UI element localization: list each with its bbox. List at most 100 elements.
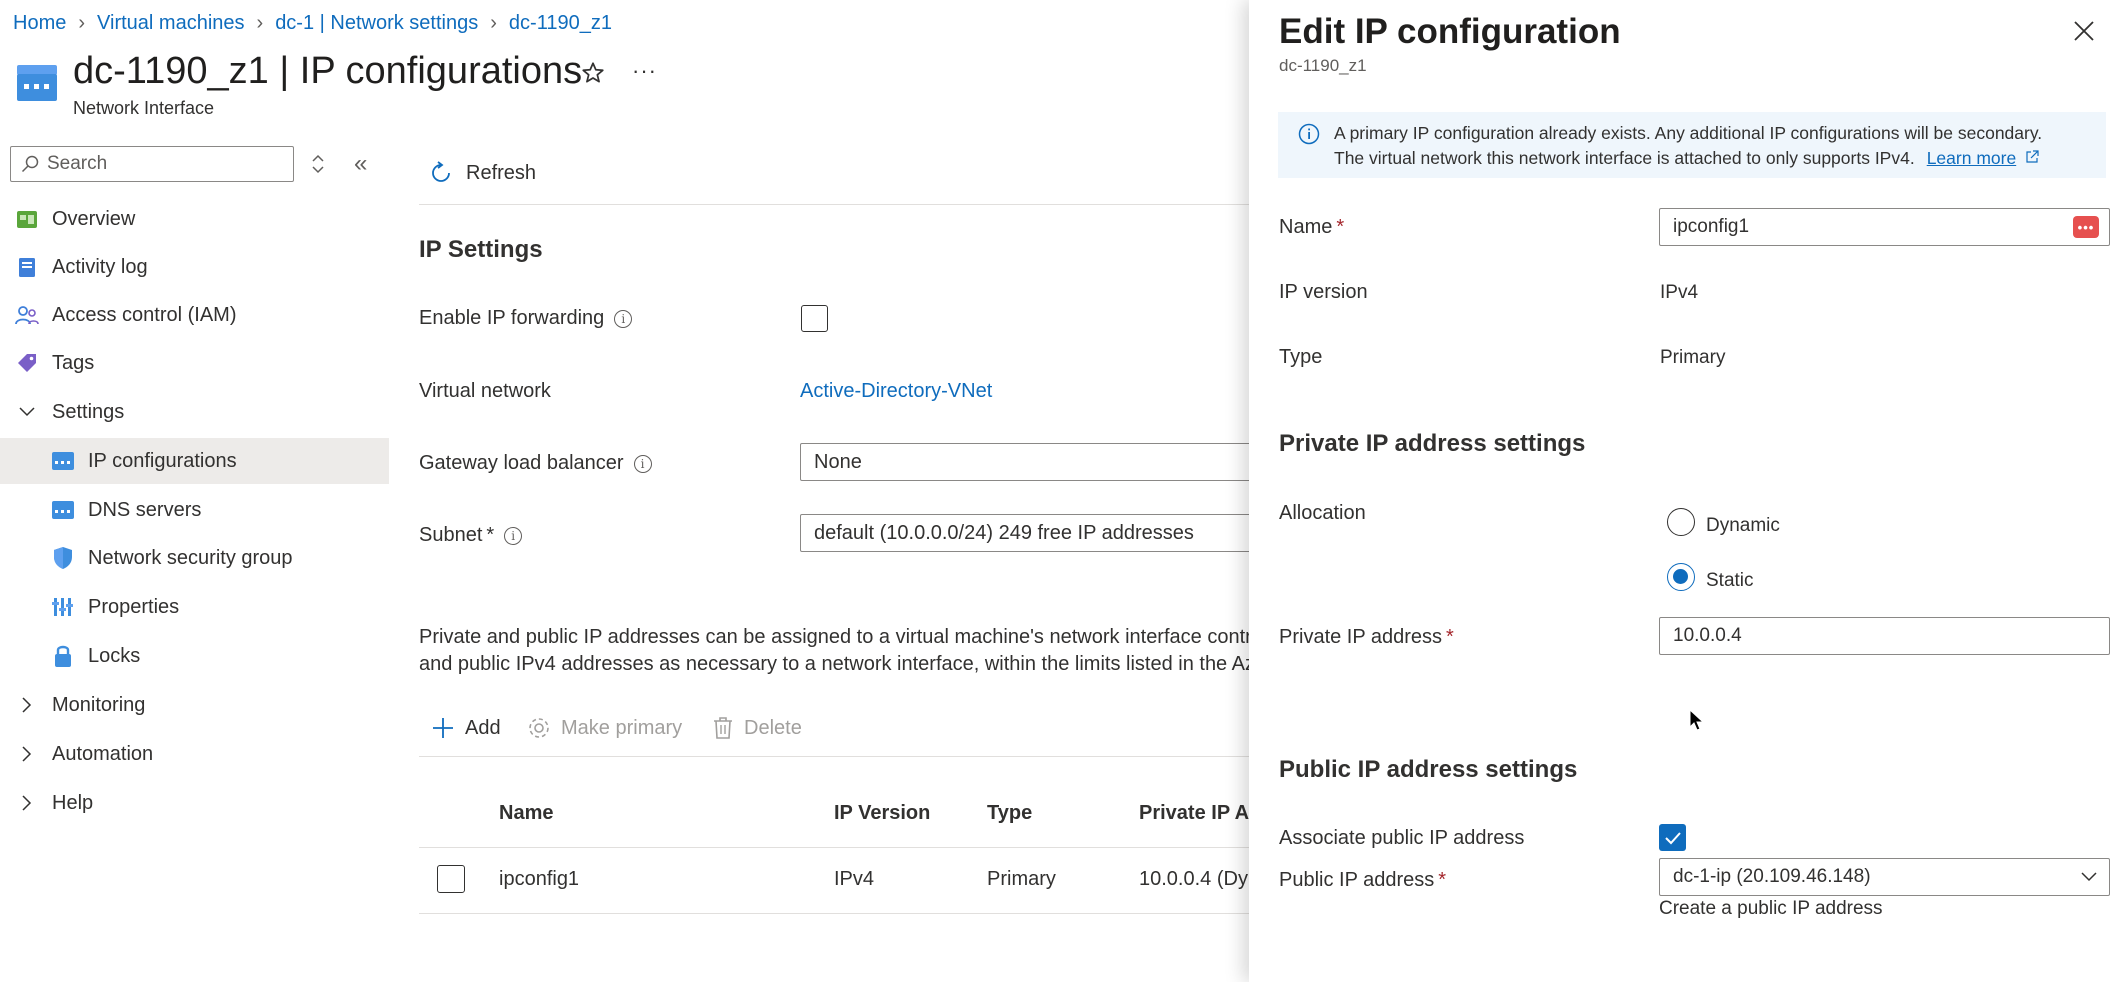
- ip-version-value: IPv4: [1660, 282, 1699, 303]
- table-row-divider: [419, 913, 1249, 914]
- refresh-button[interactable]: Refresh: [428, 160, 536, 186]
- chevron-right-icon: [14, 746, 40, 762]
- more-options-icon[interactable]: ···: [632, 58, 657, 84]
- column-header-type[interactable]: Type: [987, 802, 1032, 825]
- chevron-right-icon: [14, 697, 40, 713]
- overview-icon: [14, 206, 40, 232]
- activity-log-icon: [14, 254, 40, 280]
- table-header-divider: [419, 847, 1249, 848]
- sidebar-item-label: Overview: [52, 207, 136, 230]
- virtual-network-label: Virtual network: [419, 380, 551, 402]
- info-text-line2: The virtual network this network interfa…: [1334, 148, 2039, 169]
- sidebar-item-label: IP configurations: [88, 449, 237, 472]
- command-divider: [419, 756, 1249, 757]
- sidebar-group-settings[interactable]: Settings: [0, 389, 389, 435]
- sidebar-item-ip-configurations[interactable]: IP configurations: [0, 438, 389, 484]
- properties-icon: [50, 594, 76, 620]
- allocation-dynamic-radio[interactable]: [1667, 508, 1695, 536]
- allocation-label: Allocation: [1279, 502, 1366, 524]
- delete-label: Delete: [744, 716, 802, 739]
- public-ip-label-text: Public IP address: [1279, 869, 1435, 891]
- sidebar-item-label: Automation: [52, 742, 154, 765]
- info-icon[interactable]: i: [504, 526, 523, 545]
- name-input-value: ipconfig1: [1673, 216, 1750, 237]
- sidebar-item-nsg[interactable]: Network security group: [0, 535, 389, 581]
- sidebar-item-activity-log[interactable]: Activity log: [0, 244, 389, 290]
- column-header-ip-version[interactable]: IP Version: [834, 802, 930, 825]
- sidebar-item-label: Access control (IAM): [52, 303, 237, 326]
- sidebar-item-tags[interactable]: Tags: [0, 340, 389, 386]
- name-input[interactable]: ipconfig1 •••: [1659, 208, 2110, 246]
- gateway-lb-dropdown[interactable]: None: [800, 443, 1260, 481]
- sidebar-item-label: Help: [52, 791, 94, 814]
- virtual-network-link[interactable]: Active-Directory-VNet: [800, 380, 992, 403]
- make-primary-button[interactable]: Make primary: [527, 716, 682, 740]
- info-text: The virtual network this network interfa…: [1334, 148, 1915, 168]
- star-icon[interactable]: [580, 60, 606, 86]
- gateway-lb-label: Gateway load balancer i: [419, 452, 652, 475]
- description-line: Private and public IP addresses can be a…: [419, 626, 1249, 648]
- sidebar-group-automation[interactable]: Automation: [0, 731, 389, 777]
- sidebar-item-label: Tags: [52, 351, 95, 374]
- search-icon: [21, 155, 39, 173]
- info-banner: A primary IP configuration already exist…: [1278, 112, 2106, 178]
- sidebar-item-label: Activity log: [52, 255, 148, 278]
- breadcrumb-nic[interactable]: dc-1190_z1: [509, 12, 612, 35]
- refresh-label: Refresh: [466, 161, 537, 184]
- sidebar-item-properties[interactable]: Properties: [0, 584, 389, 630]
- breadcrumb-home[interactable]: Home: [13, 12, 66, 35]
- info-icon: [1298, 123, 1320, 145]
- sidebar-item-overview[interactable]: Overview: [0, 196, 389, 242]
- sidebar-search-input[interactable]: Search: [10, 146, 294, 182]
- chevron-right-icon: [14, 795, 40, 811]
- delete-button[interactable]: Delete: [712, 716, 802, 740]
- type-label: Type: [1279, 346, 1323, 368]
- add-button[interactable]: Add: [431, 716, 501, 740]
- tag-icon: [14, 350, 40, 376]
- column-header-name[interactable]: Name: [499, 802, 553, 825]
- associate-public-ip-checkbox[interactable]: [1659, 824, 1686, 851]
- sidebar-item-locks[interactable]: Locks: [0, 633, 389, 679]
- public-ip-dropdown[interactable]: dc-1-ip (20.109.46.148): [1659, 858, 2110, 896]
- nic-icon: [50, 448, 76, 474]
- sidebar-item-label: DNS servers: [88, 498, 202, 521]
- ip-forwarding-label: Enable IP forwarding i: [419, 307, 633, 330]
- learn-more-link[interactable]: Learn more: [1927, 148, 2017, 168]
- sort-icon[interactable]: [310, 154, 326, 174]
- breadcrumb-network-settings[interactable]: dc-1 | Network settings: [275, 12, 478, 35]
- make-primary-label: Make primary: [561, 716, 683, 739]
- column-header-private-ip[interactable]: Private IP Ac: [1139, 802, 1260, 825]
- plus-icon: [433, 718, 453, 738]
- row-checkbox[interactable]: [437, 865, 465, 893]
- sidebar-item-iam[interactable]: Access control (IAM): [0, 292, 389, 338]
- sidebar-item-label: Monitoring: [52, 693, 146, 716]
- info-icon[interactable]: i: [633, 454, 652, 473]
- ip-version-label: IP version: [1279, 281, 1368, 303]
- private-ip-label: Private IP address *: [1279, 626, 1454, 649]
- panel-title: Edit IP configuration: [1279, 12, 1621, 51]
- chevron-down-icon: [2081, 872, 2097, 882]
- add-label: Add: [465, 716, 501, 739]
- info-icon[interactable]: i: [614, 309, 633, 328]
- close-icon[interactable]: [2073, 20, 2095, 42]
- ip-forwarding-checkbox[interactable]: [801, 305, 828, 332]
- sidebar-group-help[interactable]: Help: [0, 780, 389, 826]
- ip-description-text: Private and public IP addresses can be a…: [419, 624, 1249, 678]
- sidebar-group-monitoring[interactable]: Monitoring: [0, 682, 389, 728]
- allocation-static-label[interactable]: Static: [1706, 570, 1754, 592]
- create-public-ip-link[interactable]: Create a public IP address: [1659, 898, 1883, 920]
- table-cell-version: IPv4: [834, 868, 875, 890]
- breadcrumb-virtual-machines[interactable]: Virtual machines: [97, 12, 244, 35]
- subnet-label: Subnet * i: [419, 524, 523, 547]
- name-label-text: Name: [1279, 216, 1333, 238]
- table-cell-name-link[interactable]: ipconfig1: [499, 868, 579, 891]
- allocation-dynamic-label[interactable]: Dynamic: [1706, 515, 1780, 537]
- subnet-dropdown[interactable]: default (10.0.0.0/24) 249 free IP addres…: [800, 514, 1260, 552]
- collapse-sidebar-icon[interactable]: «: [354, 150, 367, 178]
- gear-icon: [529, 718, 549, 738]
- allocation-static-radio[interactable]: [1667, 563, 1695, 591]
- private-ip-input[interactable]: 10.0.0.4: [1659, 617, 2110, 655]
- sidebar-item-dns-servers[interactable]: DNS servers: [0, 487, 389, 533]
- required-mark: *: [1438, 869, 1447, 891]
- password-manager-icon[interactable]: •••: [2073, 216, 2099, 238]
